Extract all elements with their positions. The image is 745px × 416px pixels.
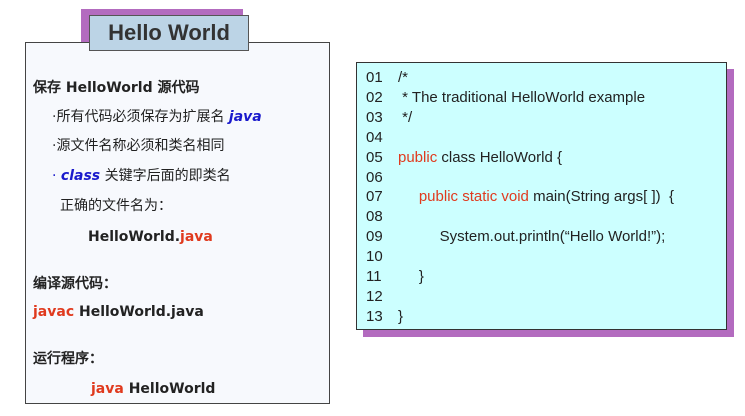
line-number: 04 — [366, 128, 383, 146]
bullet-dot: · — [52, 168, 57, 184]
extension-keyword: java — [228, 109, 262, 125]
line-number: 13 — [366, 307, 383, 325]
line-number: 03 — [366, 108, 383, 126]
bullet-extension-text: 所有代码必须保存为扩展名 — [56, 109, 225, 125]
code-text: */ — [398, 108, 413, 126]
line-number: 11 — [366, 268, 382, 285]
code-text: } — [398, 268, 424, 285]
run-arg: HelloWorld — [128, 381, 216, 397]
compile-cmd: javac — [33, 304, 75, 320]
line-number: 08 — [366, 208, 383, 226]
bullet-class-text: 关键字后面的即类名 — [104, 168, 231, 184]
code-text: System.out.println(“Hello World!”); — [398, 228, 666, 246]
correct-filename: HelloWorld.java — [88, 228, 213, 246]
line-number: 09 — [366, 228, 383, 246]
code-keyword: public static void — [418, 188, 529, 206]
code-text: } — [398, 307, 404, 325]
compile-arg: HelloWorld.java — [79, 304, 204, 320]
line-number: 02 — [366, 88, 383, 106]
bullet-extension: ·所有代码必须保存为扩展名 java — [52, 108, 262, 126]
correct-filename-label: 正确的文件名为： — [60, 198, 172, 214]
line-number: 07 — [366, 188, 383, 206]
filename-ext: java — [180, 229, 213, 245]
save-heading: 保存 HelloWorld 源代码 — [33, 80, 200, 96]
run-command: java HelloWorld — [91, 380, 215, 398]
instructions-panel: 保存 HelloWorld 源代码 ·所有代码必须保存为扩展名 java ·源文… — [25, 42, 330, 404]
code-text: /* — [398, 69, 409, 86]
line-number: 06 — [366, 168, 383, 186]
code-keyword: public — [398, 148, 438, 166]
run-label: 运行程序： — [33, 351, 103, 367]
compile-command: javac HelloWorld.java — [33, 303, 204, 321]
filename-base: HelloWorld. — [88, 229, 181, 245]
line-number: 01 — [366, 69, 383, 86]
code-text: * The traditional HelloWorld example — [398, 88, 646, 106]
code-listing: 01 /* 02 * The traditional HelloWorld exam… — [356, 62, 727, 330]
line-number: 10 — [366, 248, 383, 266]
compile-label: 编译源代码： — [33, 276, 117, 292]
code-text: public static void main(String args[ ]) … — [418, 188, 674, 206]
bullet-filename-text: 源文件名称必须和类名相同 — [56, 138, 225, 154]
code-text: public class HelloWorld { — [398, 148, 562, 166]
line-number: 05 — [366, 148, 383, 166]
class-keyword: class — [60, 168, 101, 184]
line-number: 12 — [366, 287, 383, 305]
slide-title: Hello World — [89, 15, 249, 51]
bullet-filename: ·源文件名称必须和类名相同 — [52, 137, 224, 155]
run-cmd: java — [91, 381, 124, 397]
bullet-class: · class 关键字后面的即类名 — [52, 167, 231, 185]
